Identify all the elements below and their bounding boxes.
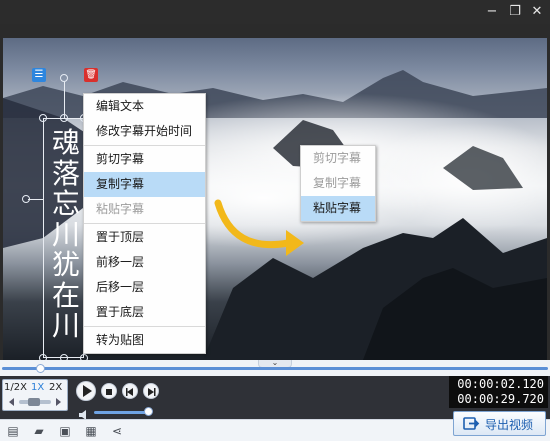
arrow-icon <box>214 199 304 256</box>
context-menu: 编辑文本 修改字幕开始时间 剪切字幕 复制字幕 粘贴字幕 置于顶层 前移一层 后… <box>83 93 206 354</box>
rotate-handle[interactable] <box>60 74 68 82</box>
previous-frame-button[interactable] <box>122 383 138 399</box>
player-controls: 1/2X 1X 2X 00:00:02.120 00:00:29.720 ▤ ▰… <box>0 376 550 441</box>
close-icon[interactable]: ✕ <box>528 3 546 21</box>
menu-item-edit-text[interactable]: 编辑文本 <box>84 94 205 119</box>
menu-item-send-to-back[interactable]: 置于底层 <box>84 300 205 325</box>
save-icon[interactable]: ▣ <box>58 424 72 438</box>
timeline-area: ⌄ <box>0 359 550 376</box>
time-display: 00:00:02.120 00:00:29.720 <box>449 376 548 408</box>
handle-connector <box>28 199 43 200</box>
resize-handle-top-left[interactable] <box>39 114 47 122</box>
speed-option-half[interactable]: 1/2X <box>4 382 27 393</box>
speed-selector: 1/2X 1X 2X <box>2 379 68 411</box>
volume-knob[interactable] <box>144 407 153 416</box>
open-folder-icon[interactable]: ▰ <box>32 424 46 438</box>
next-frame-button[interactable] <box>143 383 159 399</box>
list-icon[interactable]: ☰ <box>32 68 46 82</box>
menu-divider <box>84 223 205 224</box>
share-icon[interactable]: ⋖ <box>110 424 124 438</box>
current-time: 00:00:02.120 <box>457 377 544 391</box>
progress-knob[interactable] <box>36 364 46 373</box>
menu-item-cut: 剪切字幕 <box>313 151 362 165</box>
menu-divider <box>84 145 205 146</box>
minimize-icon[interactable]: − <box>483 3 501 21</box>
save-as-icon[interactable]: ▦ <box>84 424 98 438</box>
resize-handle-top[interactable] <box>60 114 68 122</box>
menu-item-convert-to-sticker[interactable]: 转为贴图 <box>84 328 205 353</box>
subtitle-text[interactable]: 魂落忘川犹在川 <box>50 127 82 342</box>
export-video-icon <box>463 417 480 430</box>
menu-divider <box>84 326 205 327</box>
stop-button[interactable] <box>101 383 117 399</box>
restore-icon[interactable]: ❐ <box>506 3 524 21</box>
menu-item-bring-to-front[interactable]: 置于顶层 <box>84 225 205 250</box>
export-video-button[interactable]: 导出视频 <box>453 411 546 436</box>
rotate-handle-line <box>64 82 65 118</box>
secondary-context-menu: 剪切字幕 复制字幕 粘贴字幕 <box>300 145 376 222</box>
new-project-icon[interactable]: ▤ <box>6 424 20 438</box>
volume-icon[interactable] <box>78 406 90 420</box>
menu-item-move-forward[interactable]: 前移一层 <box>84 250 205 275</box>
title-bar: − ❐ ✕ <box>0 0 550 24</box>
export-video-label: 导出视频 <box>485 418 534 432</box>
progress-track[interactable] <box>2 367 548 370</box>
speed-option-1x[interactable]: 1X <box>31 382 44 393</box>
volume-track[interactable] <box>94 411 148 414</box>
menu-item-move-backward[interactable]: 后移一层 <box>84 275 205 300</box>
menu-item-change-start-time[interactable]: 修改字幕开始时间 <box>84 119 205 144</box>
menu-item-paste[interactable]: 粘贴字幕 <box>301 196 375 221</box>
menu-item-copy: 复制字幕 <box>313 176 362 190</box>
delete-icon[interactable]: 🗑 <box>84 68 98 82</box>
menu-item-paste: 粘贴字幕 <box>96 202 145 216</box>
speed-option-2x[interactable]: 2X <box>49 382 62 393</box>
total-time: 00:00:29.720 <box>457 392 544 406</box>
menu-item-copy[interactable]: 复制字幕 <box>84 172 205 197</box>
play-button[interactable] <box>76 381 96 401</box>
menu-item-cut[interactable]: 剪切字幕 <box>84 147 205 172</box>
speed-slider[interactable] <box>7 397 63 407</box>
